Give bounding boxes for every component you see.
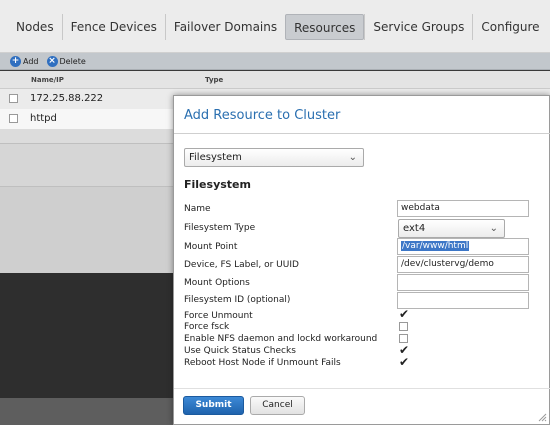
chevron-down-icon: ⌄ — [489, 223, 498, 234]
fs-type-value: ext4 — [403, 223, 426, 234]
x-circle-icon: × — [46, 55, 58, 67]
tab-fence-devices[interactable]: Fence Devices — [61, 14, 165, 40]
column-header-type[interactable]: Type — [205, 76, 223, 84]
fs-id-input[interactable] — [397, 292, 529, 309]
add-button[interactable]: + Add — [10, 55, 39, 67]
mount-options-label: Mount Options — [184, 278, 250, 288]
dialog-title: Add Resource to Cluster — [184, 108, 341, 123]
add-label: Add — [23, 56, 39, 66]
force-unmount-checkbox[interactable]: ✔ — [399, 308, 409, 320]
reboot-host-checkbox[interactable]: ✔ — [399, 356, 409, 368]
tab-nodes[interactable]: Nodes — [8, 14, 62, 40]
divider — [174, 133, 550, 134]
tab-configure[interactable]: Configure — [472, 14, 547, 40]
mount-point-value: /var/www/html — [401, 241, 470, 251]
plus-circle-icon: + — [10, 55, 21, 67]
mount-point-input[interactable]: /var/www/html — [397, 238, 529, 255]
device-label: Device, FS Label, or UUID — [184, 260, 299, 270]
resize-grip-icon[interactable] — [537, 412, 547, 422]
submit-button[interactable]: Submit — [183, 396, 244, 415]
quick-status-label: Use Quick Status Checks — [184, 346, 296, 356]
nav-tabs: Nodes Fence Devices Failover Domains Res… — [8, 14, 548, 40]
device-input[interactable]: /dev/clustervg/demo — [397, 256, 529, 273]
fs-id-label: Filesystem ID (optional) — [184, 295, 291, 305]
reboot-host-label: Reboot Host Node if Unmount Fails — [184, 358, 341, 368]
tab-service-groups[interactable]: Service Groups — [364, 14, 472, 40]
resource-type-value: Filesystem — [189, 152, 242, 163]
row-name: httpd — [30, 113, 57, 124]
chevron-down-icon: ⌄ — [348, 152, 357, 163]
mount-point-label: Mount Point — [184, 242, 238, 252]
mount-options-input[interactable] — [397, 274, 529, 291]
add-resource-dialog: Add Resource to Cluster Filesystem ⌄ Fil… — [173, 95, 550, 425]
row-name: 172.25.88.222 — [30, 93, 104, 104]
row-checkbox[interactable] — [9, 114, 18, 123]
divider — [174, 388, 550, 389]
section-title: Filesystem — [184, 178, 251, 191]
quick-status-checkbox[interactable]: ✔ — [399, 344, 409, 356]
resource-toolbar: + Add × Delete — [0, 53, 550, 70]
top-nav: Nodes Fence Devices Failover Domains Res… — [0, 0, 550, 53]
resource-type-select[interactable]: Filesystem ⌄ — [184, 148, 364, 167]
delete-button[interactable]: × Delete — [46, 55, 86, 67]
name-label: Name — [184, 204, 211, 214]
force-unmount-label: Force Unmount — [184, 311, 253, 321]
nfs-workaround-label: Enable NFS daemon and lockd workaround — [184, 334, 378, 344]
row-checkbox[interactable] — [9, 94, 18, 103]
tab-resources[interactable]: Resources — [285, 14, 365, 40]
nfs-workaround-checkbox[interactable] — [399, 334, 408, 343]
force-fsck-checkbox[interactable] — [399, 322, 408, 331]
fs-type-label: Filesystem Type — [184, 223, 256, 233]
name-input[interactable]: webdata — [397, 200, 529, 217]
tab-failover-domains[interactable]: Failover Domains — [164, 14, 285, 40]
column-header-name[interactable]: Name/IP — [31, 76, 64, 84]
delete-label: Delete — [59, 56, 86, 66]
force-fsck-label: Force fsck — [184, 322, 230, 332]
cancel-button[interactable]: Cancel — [250, 396, 305, 415]
table-header: Name/IP Type — [0, 71, 550, 89]
fs-type-select[interactable]: ext4 ⌄ — [398, 219, 505, 238]
